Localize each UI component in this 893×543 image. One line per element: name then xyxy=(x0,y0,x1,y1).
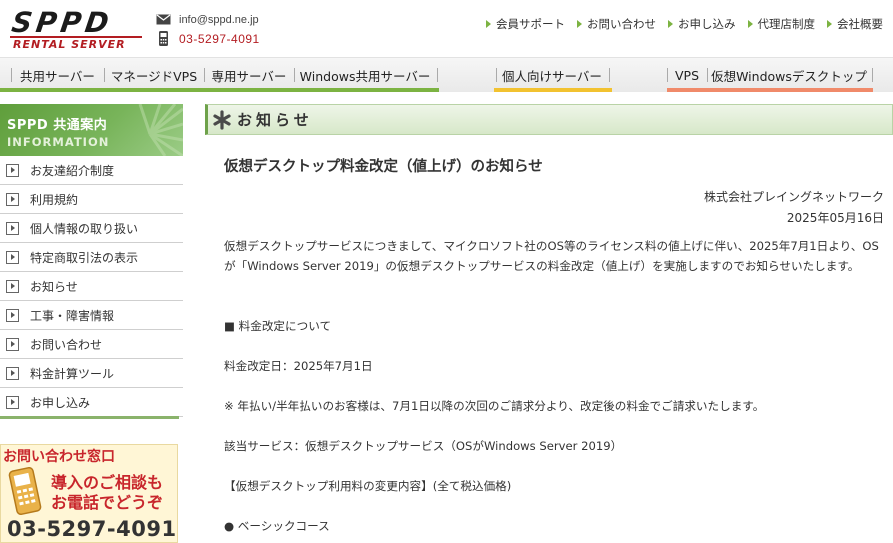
sidebar-item-commerce-law[interactable]: 特定商取引法の表示 xyxy=(0,243,183,272)
triangle-right-icon xyxy=(577,20,582,28)
triangle-right-icon xyxy=(747,20,753,28)
arrow-box-icon xyxy=(6,279,19,293)
inquiry-phone: 03-5297-4091 xyxy=(7,517,177,541)
nav-managed-vps[interactable]: マネージドVPS xyxy=(106,58,202,93)
article-heading-price-revision: ■ 料金改定について xyxy=(224,319,332,333)
article-title: 仮想デスクトップ料金改定（値上げ）のお知らせ xyxy=(224,159,543,175)
sidebar-item-price-tool[interactable]: 料金計算ツール xyxy=(0,359,183,388)
link-contact[interactable]: お問い合わせ xyxy=(577,16,656,32)
triangle-right-icon xyxy=(486,20,491,28)
arrow-box-icon xyxy=(6,163,19,177)
sidebar-subtitle: INFORMATION xyxy=(7,135,110,149)
inquiry-line2: お電話でどうぞ xyxy=(51,493,164,512)
article-course: ● ベーシックコース xyxy=(224,519,330,533)
article-date: 2025年05月16日 xyxy=(786,211,884,225)
triangle-right-icon xyxy=(668,20,673,28)
mobile-phone-icon xyxy=(8,467,42,516)
triangle-right-icon xyxy=(827,20,832,28)
nav-vps[interactable]: VPS xyxy=(669,58,705,93)
arrow-box-icon xyxy=(6,366,19,380)
sidebar-item-maintenance[interactable]: 工事・障害情報 xyxy=(0,301,183,330)
sidebar-item-terms[interactable]: 利用規約 xyxy=(0,185,183,214)
arrow-box-icon xyxy=(6,250,19,264)
arrow-box-icon xyxy=(6,192,19,206)
article-price-heading: 【仮想デスクトップ利用料の変更内容】(全て税込価格) xyxy=(224,479,512,493)
nav-windows-shared[interactable]: Windows共用サーバー xyxy=(296,58,434,93)
logo-main-text: SPPD xyxy=(9,6,115,39)
arrow-box-icon xyxy=(6,337,19,351)
article-company: 株式会社プレイングネットワーク xyxy=(703,190,884,204)
phone-icon xyxy=(159,31,168,46)
logo-sub-text: RENTAL SERVER xyxy=(13,38,126,51)
contact-email[interactable]: info@sppd.ne.jp xyxy=(179,14,259,26)
sidebar-menu: お友達紹介制度 利用規約 個人情報の取り扱い 特定商取引法の表示 お知らせ 工事… xyxy=(0,156,183,417)
section-header: お知らせ xyxy=(205,104,893,135)
sidebar-item-apply[interactable]: お申し込み xyxy=(0,388,183,417)
sidebar-header: SPPD 共通案内 INFORMATION xyxy=(0,104,183,156)
header-contact: info@sppd.ne.jp 03-5297-4091 xyxy=(156,11,260,47)
nav-virtual-desktop[interactable]: 仮想Windowsデスクトップ xyxy=(709,58,869,93)
nav-personal-server[interactable]: 個人向けサーバー xyxy=(498,58,606,93)
link-company[interactable]: 会社概要 xyxy=(827,16,883,32)
arrow-box-icon xyxy=(6,308,19,322)
sidebar-item-privacy[interactable]: 個人情報の取り扱い xyxy=(0,214,183,243)
asterisk-icon xyxy=(213,110,231,130)
inquiry-title: お問い合わせ窓口 xyxy=(3,449,115,465)
article-target-service: 該当サービス：仮想デスクトップサービス（OSがWindows Server 20… xyxy=(224,439,623,453)
sidebar-item-contact[interactable]: お問い合わせ xyxy=(0,330,183,359)
nav-shared-server[interactable]: 共用サーバー xyxy=(13,58,102,93)
arrow-box-icon xyxy=(6,395,19,409)
link-member-support[interactable]: 会員サポート xyxy=(486,16,565,32)
mail-icon xyxy=(156,14,171,25)
article-intro: 仮想デスクトップサービスにつきまして、マイクロソフト社のOS等のライセンス料の値… xyxy=(224,239,879,273)
news-article: 仮想デスクトップ料金改定（値上げ）のお知らせ 株式会社プレイングネットワーク 2… xyxy=(224,155,886,533)
global-nav: 共用サーバー マネージドVPS 専用サーバー Windows共用サーバー 個人向… xyxy=(0,57,893,92)
inquiry-banner[interactable]: お問い合わせ窓口 導入のご相談も お電話でどうぞ 03-5297-4091 xyxy=(0,444,178,543)
sidebar-item-referral[interactable]: お友達紹介制度 xyxy=(0,156,183,185)
nav-dedicated-server[interactable]: 専用サーバー xyxy=(206,58,292,93)
article-note: ※ 年払い/半年払いのお客様は、7月1日以降の次回のご請求分より、改定後の料金で… xyxy=(224,399,765,413)
article-effective-date: 料金改定日：2025年7月1日 xyxy=(224,359,373,373)
sidebar-item-news[interactable]: お知らせ xyxy=(0,272,183,301)
link-apply[interactable]: お申し込み xyxy=(668,16,736,32)
link-agency[interactable]: 代理店制度 xyxy=(747,16,815,32)
header-links: 会員サポート お問い合わせ お申し込み 代理店制度 会社概要 xyxy=(486,16,893,32)
arrow-box-icon xyxy=(6,221,19,235)
site-logo[interactable]: SPPD RENTAL SERVER xyxy=(9,6,145,51)
contact-phone[interactable]: 03-5297-4091 xyxy=(179,32,260,46)
sidebar-title: SPPD 共通案内 xyxy=(7,118,108,133)
sidebar-divider xyxy=(0,416,179,419)
section-title: お知らせ xyxy=(237,111,313,129)
